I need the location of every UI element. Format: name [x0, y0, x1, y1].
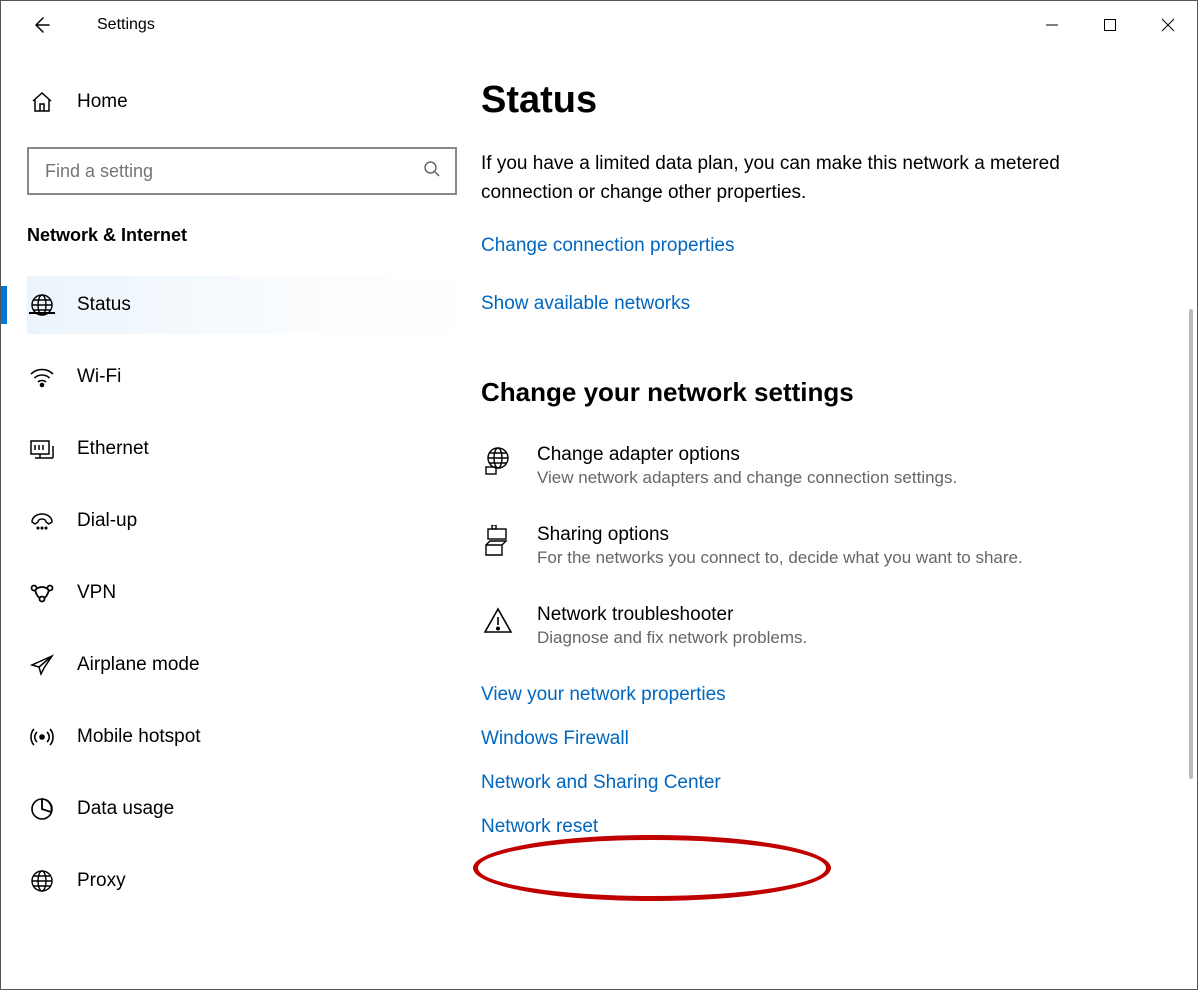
maximize-icon: [1103, 18, 1117, 32]
hotspot-icon: [29, 724, 55, 750]
adapter-icon: [481, 444, 515, 478]
sidebar-nav: Status Wi-Fi Ethernet Dial-up: [27, 276, 481, 924]
sidebar-item-proxy[interactable]: Proxy: [27, 852, 481, 910]
close-button[interactable]: [1139, 5, 1197, 45]
globe-icon: [29, 292, 55, 318]
ethernet-icon: [29, 436, 55, 462]
minimize-button[interactable]: [1023, 5, 1081, 45]
link-network-sharing-center[interactable]: Network and Sharing Center: [481, 772, 1167, 794]
sidebar-category: Network & Internet: [27, 225, 481, 246]
page-title: Status: [481, 79, 1167, 122]
close-icon: [1161, 18, 1175, 32]
sidebar-item-label: Mobile hotspot: [77, 726, 201, 748]
sidebar-item-datausage[interactable]: Data usage: [27, 780, 481, 838]
main-content: Status If you have a limited data plan, …: [481, 49, 1197, 989]
search-box[interactable]: [27, 147, 457, 195]
option-sub: Diagnose and fix network problems.: [537, 628, 807, 648]
section-heading: Change your network settings: [481, 377, 1167, 408]
airplane-icon: [29, 652, 55, 678]
link-change-connection-properties[interactable]: Change connection properties: [481, 235, 735, 257]
sharing-icon: [481, 524, 515, 558]
bottom-links: View your network properties Windows Fir…: [481, 684, 1167, 838]
link-windows-firewall[interactable]: Windows Firewall: [481, 728, 1167, 750]
window-title: Settings: [97, 16, 155, 34]
data-usage-icon: [29, 796, 55, 822]
link-network-reset[interactable]: Network reset: [481, 816, 1167, 838]
sidebar-item-status[interactable]: Status: [27, 276, 481, 334]
dialup-icon: [29, 508, 55, 534]
page-description: If you have a limited data plan, you can…: [481, 150, 1111, 207]
maximize-button[interactable]: [1081, 5, 1139, 45]
option-sub: View network adapters and change connect…: [537, 468, 957, 488]
scrollbar[interactable]: [1189, 309, 1193, 779]
sidebar-item-label: Proxy: [77, 870, 126, 892]
sidebar-item-label: Data usage: [77, 798, 174, 820]
wifi-icon: [29, 364, 55, 390]
option-title: Change adapter options: [537, 444, 957, 466]
sidebar-item-vpn[interactable]: VPN: [27, 564, 481, 622]
option-sharing[interactable]: Sharing options For the networks you con…: [481, 524, 1167, 568]
sidebar-home-label: Home: [77, 91, 128, 113]
option-title: Network troubleshooter: [537, 604, 807, 626]
vpn-icon: [29, 580, 55, 606]
sidebar-item-label: Wi-Fi: [77, 366, 121, 388]
sidebar-item-label: Ethernet: [77, 438, 149, 460]
link-show-available-networks[interactable]: Show available networks: [481, 293, 690, 315]
sidebar-item-ethernet[interactable]: Ethernet: [27, 420, 481, 478]
sidebar-item-label: Dial-up: [77, 510, 137, 532]
warning-icon: [481, 604, 515, 638]
sidebar-item-label: VPN: [77, 582, 116, 604]
proxy-icon: [29, 868, 55, 894]
titlebar: Settings: [1, 1, 1197, 49]
minimize-icon: [1045, 18, 1059, 32]
window-controls: [1023, 5, 1197, 45]
search-input[interactable]: [43, 160, 423, 183]
link-view-network-properties[interactable]: View your network properties: [481, 684, 1167, 706]
option-troubleshooter[interactable]: Network troubleshooter Diagnose and fix …: [481, 604, 1167, 648]
sidebar-item-hotspot[interactable]: Mobile hotspot: [27, 708, 481, 766]
option-sub: For the networks you connect to, decide …: [537, 548, 1023, 568]
sidebar-item-label: Status: [77, 294, 131, 316]
back-button[interactable]: [21, 5, 61, 45]
sidebar-item-dialup[interactable]: Dial-up: [27, 492, 481, 550]
sidebar-item-airplane[interactable]: Airplane mode: [27, 636, 481, 694]
search-icon: [423, 160, 441, 183]
arrow-left-icon: [31, 15, 51, 35]
sidebar-item-wifi[interactable]: Wi-Fi: [27, 348, 481, 406]
option-title: Sharing options: [537, 524, 1023, 546]
option-change-adapter[interactable]: Change adapter options View network adap…: [481, 444, 1167, 488]
sidebar-home[interactable]: Home: [29, 89, 481, 115]
sidebar-item-label: Airplane mode: [77, 654, 200, 676]
home-icon: [29, 89, 55, 115]
sidebar: Home Network & Internet Status Wi-Fi: [1, 49, 481, 989]
